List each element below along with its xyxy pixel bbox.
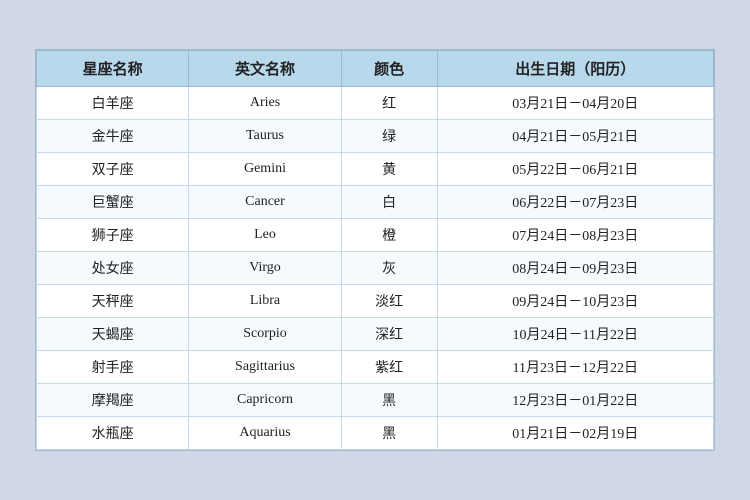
cell-0-3: 03月21日－04月20日 [437,87,713,120]
cell-10-3: 01月21日－02月19日 [437,417,713,450]
table-row: 射手座Sagittarius紫红11月23日－12月22日 [37,351,714,384]
table-row: 天秤座Libra淡红09月24日－10月23日 [37,285,714,318]
cell-4-2: 橙 [341,219,437,252]
cell-8-0: 射手座 [37,351,189,384]
table-row: 金牛座Taurus绿04月21日－05月21日 [37,120,714,153]
cell-5-1: Virgo [189,252,341,285]
table-row: 处女座Virgo灰08月24日－09月23日 [37,252,714,285]
cell-3-2: 白 [341,186,437,219]
cell-8-3: 11月23日－12月22日 [437,351,713,384]
cell-6-1: Libra [189,285,341,318]
header-cell-2: 颜色 [341,51,437,87]
table-row: 白羊座Aries红03月21日－04月20日 [37,87,714,120]
cell-2-1: Gemini [189,153,341,186]
table-body: 白羊座Aries红03月21日－04月20日金牛座Taurus绿04月21日－0… [37,87,714,450]
cell-10-1: Aquarius [189,417,341,450]
zodiac-table: 星座名称英文名称颜色出生日期（阳历） 白羊座Aries红03月21日－04月20… [36,50,714,450]
zodiac-table-container: 星座名称英文名称颜色出生日期（阳历） 白羊座Aries红03月21日－04月20… [35,49,715,451]
header-cell-1: 英文名称 [189,51,341,87]
cell-7-3: 10月24日－11月22日 [437,318,713,351]
table-row: 摩羯座Capricorn黑12月23日－01月22日 [37,384,714,417]
cell-6-2: 淡红 [341,285,437,318]
cell-9-0: 摩羯座 [37,384,189,417]
cell-4-3: 07月24日－08月23日 [437,219,713,252]
cell-4-0: 狮子座 [37,219,189,252]
cell-10-2: 黑 [341,417,437,450]
cell-3-0: 巨蟹座 [37,186,189,219]
cell-2-3: 05月22日－06月21日 [437,153,713,186]
table-header: 星座名称英文名称颜色出生日期（阳历） [37,51,714,87]
cell-5-3: 08月24日－09月23日 [437,252,713,285]
cell-1-1: Taurus [189,120,341,153]
cell-4-1: Leo [189,219,341,252]
cell-5-0: 处女座 [37,252,189,285]
table-row: 水瓶座Aquarius黑01月21日－02月19日 [37,417,714,450]
header-cell-3: 出生日期（阳历） [437,51,713,87]
header-cell-0: 星座名称 [37,51,189,87]
cell-7-1: Scorpio [189,318,341,351]
cell-2-0: 双子座 [37,153,189,186]
table-row: 狮子座Leo橙07月24日－08月23日 [37,219,714,252]
cell-10-0: 水瓶座 [37,417,189,450]
cell-0-1: Aries [189,87,341,120]
cell-7-0: 天蝎座 [37,318,189,351]
cell-9-3: 12月23日－01月22日 [437,384,713,417]
cell-5-2: 灰 [341,252,437,285]
table-row: 双子座Gemini黄05月22日－06月21日 [37,153,714,186]
header-row: 星座名称英文名称颜色出生日期（阳历） [37,51,714,87]
cell-8-2: 紫红 [341,351,437,384]
cell-2-2: 黄 [341,153,437,186]
table-row: 巨蟹座Cancer白06月22日－07月23日 [37,186,714,219]
cell-7-2: 深红 [341,318,437,351]
cell-0-0: 白羊座 [37,87,189,120]
cell-9-1: Capricorn [189,384,341,417]
cell-6-3: 09月24日－10月23日 [437,285,713,318]
cell-1-0: 金牛座 [37,120,189,153]
cell-0-2: 红 [341,87,437,120]
cell-9-2: 黑 [341,384,437,417]
cell-1-3: 04月21日－05月21日 [437,120,713,153]
cell-3-3: 06月22日－07月23日 [437,186,713,219]
table-row: 天蝎座Scorpio深红10月24日－11月22日 [37,318,714,351]
cell-6-0: 天秤座 [37,285,189,318]
cell-1-2: 绿 [341,120,437,153]
cell-3-1: Cancer [189,186,341,219]
cell-8-1: Sagittarius [189,351,341,384]
